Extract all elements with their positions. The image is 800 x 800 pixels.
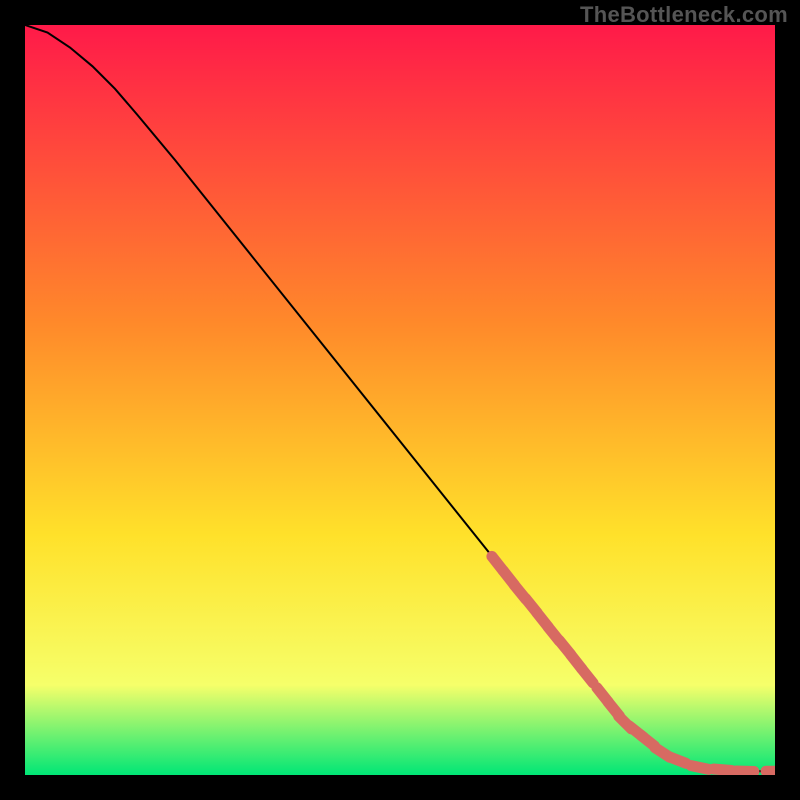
marker-point xyxy=(691,766,709,770)
marker-point xyxy=(714,769,732,771)
chart-plot xyxy=(25,25,775,775)
chart-svg xyxy=(25,25,775,775)
marker-point xyxy=(669,757,686,764)
gradient-backdrop xyxy=(25,25,775,775)
chart-stage: TheBottleneck.com xyxy=(0,0,800,800)
marker-point xyxy=(736,771,754,772)
